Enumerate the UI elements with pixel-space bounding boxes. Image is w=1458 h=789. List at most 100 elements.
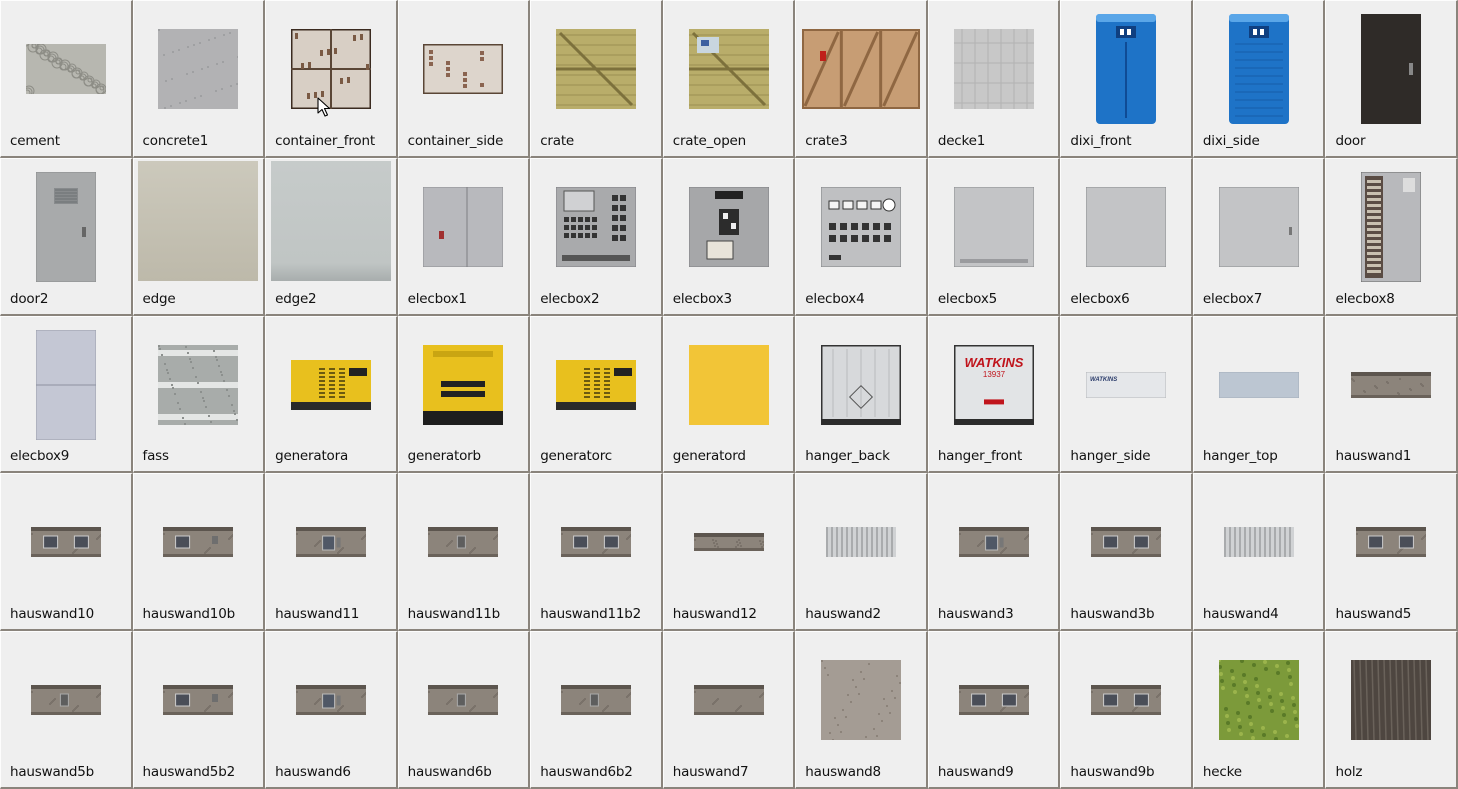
texture-tile-elecbox8[interactable]: elecbox8 bbox=[1325, 157, 1458, 316]
texture-tile-elecbox3[interactable]: elecbox3 bbox=[662, 157, 796, 316]
texture-tile-hanger-side[interactable]: WATKINS hanger_side bbox=[1060, 315, 1193, 474]
texture-tile-elecbox7[interactable]: elecbox7 bbox=[1192, 157, 1326, 316]
texture-tile-crate-open[interactable]: crate_open bbox=[662, 0, 796, 158]
texture-tile-hecke[interactable]: hecke bbox=[1192, 631, 1326, 789]
texture-tile-hauswand10[interactable]: hauswand10 bbox=[0, 473, 133, 632]
texture-tile-hauswand2[interactable]: hauswand2 bbox=[795, 473, 928, 632]
texture-thumbnail-generatora-icon bbox=[290, 359, 371, 410]
texture-tile-hauswand8[interactable]: hauswand8 bbox=[795, 631, 928, 789]
texture-label: hauswand10b bbox=[142, 606, 236, 623]
texture-tile-holz[interactable]: holz bbox=[1325, 631, 1458, 789]
texture-label: hauswand6b2 bbox=[540, 763, 633, 780]
texture-tile-hauswand5b2[interactable]: hauswand5b2 bbox=[132, 631, 266, 789]
texture-tile-hauswand6[interactable]: hauswand6 bbox=[265, 631, 398, 789]
texture-label: decke1 bbox=[937, 132, 986, 149]
texture-tile-hauswand11b2[interactable]: hauswand11b2 bbox=[530, 473, 663, 632]
texture-tile-fass[interactable]: fass bbox=[132, 315, 266, 474]
texture-tile-elecbox6[interactable]: elecbox6 bbox=[1060, 157, 1193, 316]
texture-tile-hauswand9[interactable]: hauswand9 bbox=[927, 631, 1061, 789]
texture-label: elecbox6 bbox=[1070, 290, 1130, 307]
texture-label: hauswand8 bbox=[805, 763, 881, 780]
texture-label: elecbox1 bbox=[407, 290, 467, 307]
svg-text:13937: 13937 bbox=[982, 370, 1005, 379]
texture-tile-concrete1[interactable]: concrete1 bbox=[132, 0, 266, 158]
texture-tile-hanger-front[interactable]: WATKINS 13937 hanger_front bbox=[927, 315, 1061, 474]
texture-tile-hauswand7[interactable]: hauswand7 bbox=[662, 631, 796, 789]
texture-tile-edge[interactable]: edge bbox=[132, 157, 266, 316]
texture-tile-hauswand3b[interactable]: hauswand3b bbox=[1060, 473, 1193, 632]
texture-tile-decke1[interactable]: decke1 bbox=[927, 0, 1061, 158]
texture-label: hauswand11b2 bbox=[540, 606, 641, 623]
texture-label: crate3 bbox=[805, 132, 848, 149]
texture-tile-hauswand12[interactable]: hauswand12 bbox=[662, 473, 796, 632]
texture-tile-hauswand5b[interactable]: hauswand5b bbox=[0, 631, 133, 789]
texture-label: elecbox5 bbox=[937, 290, 998, 307]
texture-tile-hauswand9b[interactable]: hauswand9b bbox=[1060, 631, 1193, 789]
texture-tile-hauswand1[interactable]: hauswand1 bbox=[1325, 315, 1458, 474]
texture-label: hauswand7 bbox=[672, 763, 749, 780]
texture-label: door bbox=[1335, 132, 1366, 149]
texture-tile-hanger-top[interactable]: hanger_top bbox=[1192, 315, 1326, 474]
texture-tile-generatord[interactable]: generatord bbox=[662, 315, 796, 474]
texture-thumbnail-cement-icon bbox=[25, 44, 106, 94]
texture-label: generatora bbox=[275, 448, 349, 465]
texture-tile-generatorc[interactable]: generatorc bbox=[530, 315, 663, 474]
texture-thumbnail-generatorc-icon bbox=[555, 359, 636, 410]
texture-tile-container-front[interactable]: container_front bbox=[265, 0, 398, 158]
texture-tile-crate3[interactable]: crate3 bbox=[795, 0, 928, 158]
texture-thumbnail-elecbox6-icon bbox=[1086, 186, 1167, 267]
texture-thumbnail-edge2-icon bbox=[270, 160, 391, 281]
texture-thumbnail-concrete-brown-icon bbox=[821, 660, 902, 741]
texture-thumbnail-wall-window-b-icon bbox=[163, 685, 234, 716]
texture-thumbnail-generatord-icon bbox=[688, 344, 769, 425]
texture-label: hecke bbox=[1202, 763, 1242, 780]
texture-thumbnail-elecbox7-icon bbox=[1218, 186, 1299, 267]
texture-tile-hauswand4[interactable]: hauswand4 bbox=[1192, 473, 1326, 632]
texture-label: hauswand9 bbox=[937, 763, 1014, 780]
texture-tile-generatora[interactable]: generatora bbox=[265, 315, 398, 474]
texture-tile-hauswand6b2[interactable]: hauswand6b2 bbox=[530, 631, 663, 789]
texture-thumbnail-wall-door-b-icon bbox=[30, 685, 101, 716]
texture-tile-hauswand5[interactable]: hauswand5 bbox=[1325, 473, 1458, 632]
texture-label: hauswand12 bbox=[672, 606, 757, 623]
texture-tile-generatorb[interactable]: generatorb bbox=[397, 315, 531, 474]
texture-tile-elecbox1[interactable]: elecbox1 bbox=[397, 157, 531, 316]
texture-thumbnail-hanger-front-icon: WATKINS13937 bbox=[953, 344, 1034, 425]
texture-tile-dixi-side[interactable]: dixi_side bbox=[1192, 0, 1326, 158]
texture-tile-door[interactable]: door bbox=[1325, 0, 1458, 158]
texture-label: crate_open bbox=[672, 132, 747, 149]
texture-tile-container-side[interactable]: container_side bbox=[397, 0, 531, 158]
texture-thumbnail-corrugated-icon bbox=[1223, 527, 1294, 558]
texture-tile-hauswand6b[interactable]: hauswand6b bbox=[397, 631, 531, 789]
texture-tile-hauswand11[interactable]: hauswand11 bbox=[265, 473, 398, 632]
texture-tile-elecbox5[interactable]: elecbox5 bbox=[927, 157, 1061, 316]
texture-thumbnail-crate3-icon bbox=[802, 29, 921, 109]
texture-tile-hauswand10b[interactable]: hauswand10b bbox=[132, 473, 266, 632]
texture-thumbnail-corrugated-icon bbox=[826, 527, 897, 558]
texture-thumbnail-generatorb-icon bbox=[423, 344, 504, 425]
texture-tile-hanger-back[interactable]: hanger_back bbox=[795, 315, 928, 474]
texture-tile-elecbox4[interactable]: elecbox4 bbox=[795, 157, 928, 316]
texture-thumbnail-crate-icon bbox=[555, 29, 636, 109]
texture-thumbnail-wall-windows-icon bbox=[958, 685, 1029, 716]
texture-tile-hauswand11b[interactable]: hauswand11b bbox=[397, 473, 531, 632]
texture-thumbnail-wall-door-icon bbox=[958, 527, 1029, 558]
texture-thumbnail-wall-door-b-icon bbox=[428, 685, 499, 716]
texture-label: elecbox8 bbox=[1335, 290, 1395, 307]
texture-label: fass bbox=[142, 448, 169, 465]
texture-label: dixi_side bbox=[1202, 132, 1260, 149]
texture-tile-cement[interactable]: cement bbox=[0, 0, 133, 158]
texture-thumbnail-crate-open-icon bbox=[688, 29, 769, 109]
texture-label: hauswand4 bbox=[1202, 606, 1279, 623]
texture-tile-hauswand3[interactable]: hauswand3 bbox=[927, 473, 1061, 632]
texture-label: hauswand3b bbox=[1070, 606, 1155, 623]
texture-thumbnail-elecbox4-icon bbox=[821, 186, 902, 267]
texture-tile-door2[interactable]: door2 bbox=[0, 157, 133, 316]
texture-label: holz bbox=[1335, 763, 1363, 780]
texture-tile-elecbox2[interactable]: elecbox2 bbox=[530, 157, 663, 316]
texture-tile-elecbox9[interactable]: elecbox9 bbox=[0, 315, 133, 474]
texture-tile-crate[interactable]: crate bbox=[530, 0, 663, 158]
texture-tile-dixi-front[interactable]: dixi_front bbox=[1060, 0, 1193, 158]
texture-tile-edge2[interactable]: edge2 bbox=[265, 157, 398, 316]
texture-thumbnail-elecbox2-icon bbox=[555, 186, 636, 267]
